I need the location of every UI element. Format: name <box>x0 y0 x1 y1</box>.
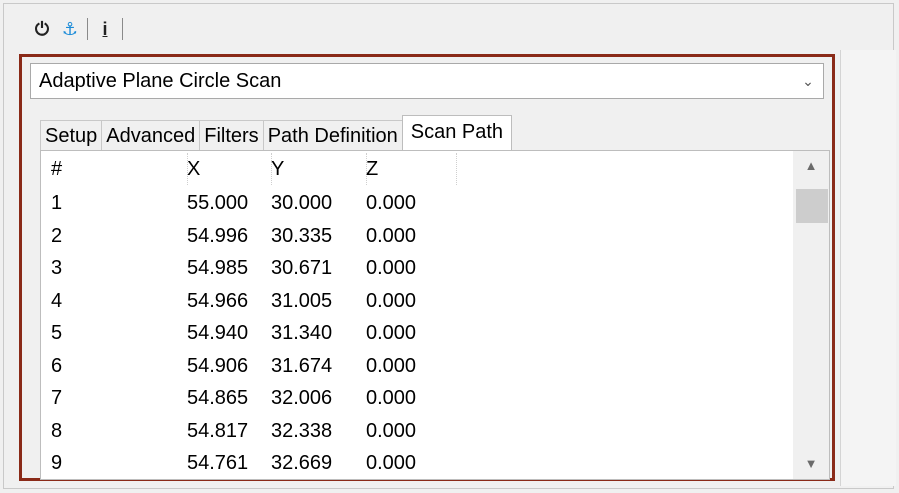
row-number-cell: 5 <box>51 322 63 344</box>
y-value-cell: 32.006 <box>271 387 333 409</box>
row-number-cell: 8 <box>51 419 63 442</box>
row-number-cell: 9 <box>51 452 63 474</box>
tab-advanced[interactable]: Advanced <box>101 120 201 150</box>
column-header-x-value[interactable]: X <box>187 153 272 185</box>
scrollbar-thumb[interactable] <box>796 189 828 223</box>
row-number-cell: 6 <box>51 354 63 377</box>
scroll-up-icon[interactable]: ▲ <box>793 151 829 181</box>
y-value-cell: 30.000 <box>271 192 333 214</box>
grid-header: # X Y Z <box>41 153 801 185</box>
scroll-down-icon[interactable]: ▼ <box>793 449 829 479</box>
y-value-cell: 30.335 <box>271 224 333 247</box>
table-row[interactable]: 5 54.940 31.340 0.000 <box>41 317 801 349</box>
scan-type-value: Adaptive Plane Circle Scan <box>39 69 282 92</box>
y-value-cell: 30.671 <box>271 257 333 279</box>
x-value-cell: 54.906 <box>187 354 249 377</box>
z-value-cell: 0.000 <box>366 322 417 344</box>
toolbar-separator <box>87 18 88 40</box>
tab-strip: Setup Advanced Filters Path Definition S… <box>40 115 513 150</box>
side-pane <box>840 50 896 486</box>
probe-icon[interactable]: ⚓ <box>56 15 84 43</box>
column-header-z-value[interactable]: Z <box>366 153 457 185</box>
x-value-cell: 54.940 <box>187 322 249 344</box>
row-number-cell: 7 <box>51 387 63 409</box>
table-row[interactable]: 6 54.906 31.674 0.000 <box>41 350 801 382</box>
z-value-cell: 0.000 <box>366 192 417 214</box>
z-value-cell: 0.000 <box>366 289 417 312</box>
toolbar: ⏻ ⚓ i <box>28 14 126 44</box>
table-row[interactable]: 7 54.865 32.006 0.000 <box>41 382 801 414</box>
y-value-cell: 31.005 <box>271 289 333 312</box>
row-number-cell: 2 <box>51 224 63 247</box>
z-value-cell: 0.000 <box>366 354 417 377</box>
x-value-cell: 54.761 <box>187 452 249 474</box>
tab-filters[interactable]: Filters <box>199 120 264 150</box>
table-row[interactable]: 2 54.996 30.335 0.000 <box>41 220 801 252</box>
x-value-cell: 54.996 <box>187 224 249 247</box>
y-value-cell: 31.674 <box>271 354 333 377</box>
scan-type-dropdown[interactable]: Adaptive Plane Circle Scan ⌄ <box>30 63 824 99</box>
row-number-cell: 3 <box>51 257 63 279</box>
z-value-cell: 0.000 <box>366 419 417 442</box>
column-header-y-value[interactable]: Y <box>271 153 367 185</box>
z-value-cell: 0.000 <box>366 387 417 409</box>
toolbar-separator <box>122 18 123 40</box>
power-icon[interactable]: ⏻ <box>28 15 56 43</box>
info-icon[interactable]: i <box>91 15 119 43</box>
chevron-down-icon[interactable]: ⌄ <box>793 73 823 90</box>
x-value-cell: 54.865 <box>187 387 249 409</box>
x-value-cell: 54.985 <box>187 257 249 279</box>
tab-setup[interactable]: Setup <box>40 120 103 150</box>
table-row[interactable]: 3 54.985 30.671 0.000 <box>41 252 801 284</box>
x-value-cell: 54.817 <box>187 419 249 442</box>
table-row[interactable]: 4 54.966 31.005 0.000 <box>41 285 801 317</box>
row-number-cell: 1 <box>51 192 63 214</box>
y-value-cell: 32.338 <box>271 419 333 442</box>
table-row[interactable]: 9 54.761 32.669 0.000 <box>41 447 801 479</box>
z-value-cell: 0.000 <box>366 257 417 279</box>
y-value-cell: 32.669 <box>271 452 333 474</box>
table-row[interactable]: 1 55.000 30.000 0.000 <box>41 187 801 219</box>
tab-path-definition[interactable]: Path Definition <box>262 120 403 150</box>
tab-scan-path[interactable]: Scan Path <box>401 115 513 150</box>
x-value-cell: 54.966 <box>187 289 249 312</box>
x-value-cell: 55.000 <box>187 192 249 214</box>
scan-path-grid[interactable]: # X Y Z 1 55.000 30.000 0.000 2 54.996 30.335 0.000… <box>40 150 830 480</box>
y-value-cell: 31.340 <box>271 322 333 344</box>
row-number-cell: 4 <box>51 289 63 312</box>
scan-panel: Adaptive Plane Circle Scan ⌄ Setup Advan… <box>19 54 835 481</box>
vertical-scrollbar[interactable]: ▲ ▼ <box>793 151 829 479</box>
column-header-row-number[interactable]: # <box>51 153 188 185</box>
table-row[interactable]: 8 54.817 32.338 0.000 <box>41 415 801 447</box>
z-value-cell: 0.000 <box>366 224 417 247</box>
z-value-cell: 0.000 <box>366 452 417 474</box>
